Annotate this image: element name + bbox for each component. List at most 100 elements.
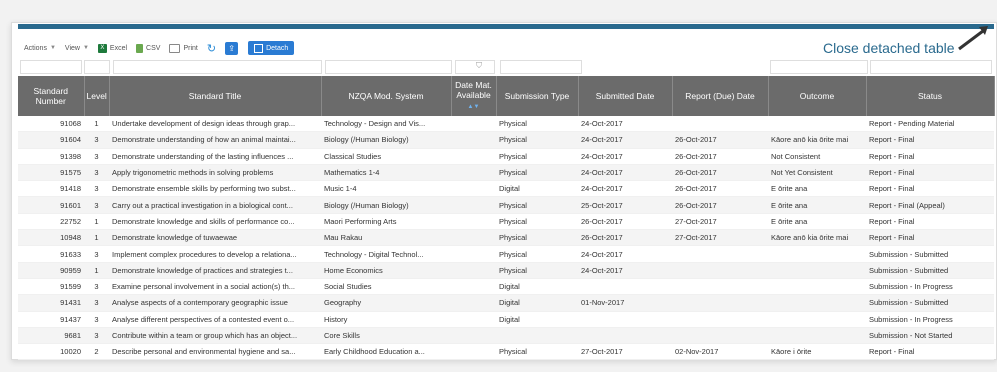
filter-status[interactable] bbox=[870, 60, 992, 74]
column-header[interactable]: Report (Due) Date bbox=[672, 76, 769, 116]
export-icon[interactable]: ⇪ bbox=[225, 41, 239, 55]
table-cell: Report - Final bbox=[866, 164, 994, 182]
table-cell: 3 bbox=[84, 311, 109, 328]
table-cell: 26-Oct-2017 bbox=[578, 229, 672, 247]
table-cell: 22752 bbox=[18, 213, 84, 231]
table-cell: 91601 bbox=[18, 196, 84, 214]
column-header[interactable]: Status bbox=[866, 76, 995, 116]
column-header[interactable]: Outcome bbox=[768, 76, 867, 116]
filter-nzqa-system[interactable] bbox=[325, 60, 452, 74]
table-row[interactable]: 22752 1 Demonstrate knowledge and skills o… bbox=[18, 213, 994, 231]
table-cell bbox=[672, 327, 768, 345]
table-row[interactable]: 91398 3 Demonstrate understanding of the l… bbox=[18, 148, 994, 165]
table-cell: Physical bbox=[496, 164, 578, 182]
actions-menu[interactable]: Actions ▼ bbox=[24, 45, 56, 52]
table-cell: Report - Final bbox=[866, 131, 994, 149]
table-cell: 24-Oct-2017 bbox=[578, 262, 672, 279]
column-header[interactable]: Submission Type bbox=[496, 76, 579, 116]
column-header[interactable]: Submitted Date bbox=[578, 76, 673, 116]
table-cell: Analyse aspects of a contemporary geogra… bbox=[109, 294, 321, 312]
column-header[interactable]: Level bbox=[84, 76, 110, 116]
column-header[interactable]: Standard Title bbox=[109, 76, 322, 116]
csv-button[interactable]: CSV bbox=[136, 43, 160, 53]
table-row[interactable]: 10948 1 Demonstrate knowledge of tuwaewae M… bbox=[18, 229, 994, 247]
table-cell: 26-Oct-2017 bbox=[672, 196, 768, 214]
table-row[interactable]: 10020 2 Describe personal and environmenta… bbox=[18, 343, 994, 361]
table-row[interactable]: 91601 3 Carry out a practical investigatio… bbox=[18, 196, 994, 214]
table-cell: Digital bbox=[496, 294, 578, 312]
table-cell: 25-Oct-2017 bbox=[578, 196, 672, 214]
table-cell bbox=[451, 213, 496, 231]
table-cell: 1 bbox=[84, 116, 109, 133]
table-cell bbox=[672, 116, 768, 133]
table-cell: Demonstrate understanding of how an anim… bbox=[109, 131, 321, 149]
table-cell: Not Consistent bbox=[768, 148, 866, 165]
table-cell bbox=[451, 327, 496, 345]
table-cell: Music 1-4 bbox=[321, 180, 451, 198]
table-cell: 24-Oct-2017 bbox=[578, 131, 672, 149]
table-cell bbox=[672, 278, 768, 296]
table-cell bbox=[451, 278, 496, 296]
table-row[interactable]: 91633 3 Implement complex procedures to de… bbox=[18, 245, 994, 263]
table-cell: Submission - Not Started bbox=[866, 327, 994, 345]
table-cell: 27-Oct-2017 bbox=[672, 229, 768, 247]
table-row[interactable]: 91437 3 Analyse different perspectives of … bbox=[18, 311, 994, 328]
panel-top-bar bbox=[18, 24, 994, 29]
table-cell: 24-Oct-2017 bbox=[578, 148, 672, 165]
table-cell: 91437 bbox=[18, 311, 84, 328]
table-cell: Maori Performing Arts bbox=[321, 213, 451, 231]
table-cell: Kāore anō kia ōrite mai bbox=[768, 229, 866, 247]
table-row[interactable]: 9681 3 Contribute within a team or group w… bbox=[18, 327, 994, 345]
filter-date-available[interactable] bbox=[455, 60, 495, 74]
table-row[interactable]: 91431 3 Analyse aspects of a contemporary … bbox=[18, 294, 994, 312]
column-header[interactable]: NZQA Mod. System bbox=[321, 76, 452, 116]
column-header[interactable]: Date Mat. Available ▲▼ bbox=[451, 76, 497, 116]
table-cell: Physical bbox=[496, 196, 578, 214]
table-row[interactable]: 91599 3 Examine personal involvement in a … bbox=[18, 278, 994, 296]
table-row[interactable]: 91418 3 Demonstrate ensemble skills by per… bbox=[18, 180, 994, 198]
filter-submission-type[interactable] bbox=[500, 60, 582, 74]
table-cell: Physical bbox=[496, 343, 578, 361]
detach-button[interactable]: Detach bbox=[248, 41, 295, 55]
filter-outcome[interactable] bbox=[770, 60, 868, 74]
refresh-icon[interactable]: ↻ bbox=[207, 42, 216, 55]
table-cell bbox=[451, 245, 496, 263]
actions-label: Actions bbox=[24, 44, 47, 52]
table-cell bbox=[451, 131, 496, 149]
table-cell: E ōrite ana bbox=[768, 213, 866, 231]
table-cell bbox=[451, 262, 496, 279]
print-button[interactable]: Print bbox=[169, 43, 198, 53]
view-menu[interactable]: View ▼ bbox=[65, 45, 89, 52]
table-cell: 2 bbox=[84, 343, 109, 361]
table-cell: 3 bbox=[84, 327, 109, 345]
filter-level[interactable] bbox=[84, 60, 110, 74]
close-detached-table-link[interactable]: Close detached table bbox=[823, 40, 955, 56]
filter-standard-title[interactable] bbox=[113, 60, 322, 74]
table-cell: Mau Rakau bbox=[321, 229, 451, 247]
table-row[interactable]: 90959 1 Demonstrate knowledge of practices… bbox=[18, 262, 994, 279]
table-cell bbox=[451, 196, 496, 214]
table-cell: 91068 bbox=[18, 116, 84, 133]
table-row[interactable]: 91068 1 Undertake development of design id… bbox=[18, 116, 994, 133]
table-cell bbox=[451, 164, 496, 182]
table-cell: 1 bbox=[84, 262, 109, 279]
filter-icon[interactable]: ⛉ bbox=[476, 61, 482, 71]
table-cell: 3 bbox=[84, 164, 109, 182]
filter-standard-number[interactable] bbox=[20, 60, 82, 74]
table-row[interactable]: 91604 3 Demonstrate understanding of how a… bbox=[18, 131, 994, 149]
excel-button[interactable]: X Excel bbox=[97, 43, 127, 53]
table-cell: 26-Oct-2017 bbox=[578, 213, 672, 231]
table-cell bbox=[768, 245, 866, 263]
column-header[interactable]: Standard Number bbox=[18, 76, 85, 116]
table-cell: 91604 bbox=[18, 131, 84, 149]
table-cell: 91398 bbox=[18, 148, 84, 165]
detach-label: Detach bbox=[266, 44, 289, 52]
table-cell: Physical bbox=[496, 131, 578, 149]
table-cell: 3 bbox=[84, 148, 109, 165]
table-cell: Digital bbox=[496, 278, 578, 296]
table-cell: 02-Nov-2017 bbox=[672, 343, 768, 361]
table-cell: 24-Oct-2017 bbox=[578, 180, 672, 198]
table-cell: Submission - Submitted bbox=[866, 262, 994, 279]
table-cell: Not Yet Consistent bbox=[768, 164, 866, 182]
table-row[interactable]: 91575 3 Apply trigonometric methods in sol… bbox=[18, 164, 994, 182]
